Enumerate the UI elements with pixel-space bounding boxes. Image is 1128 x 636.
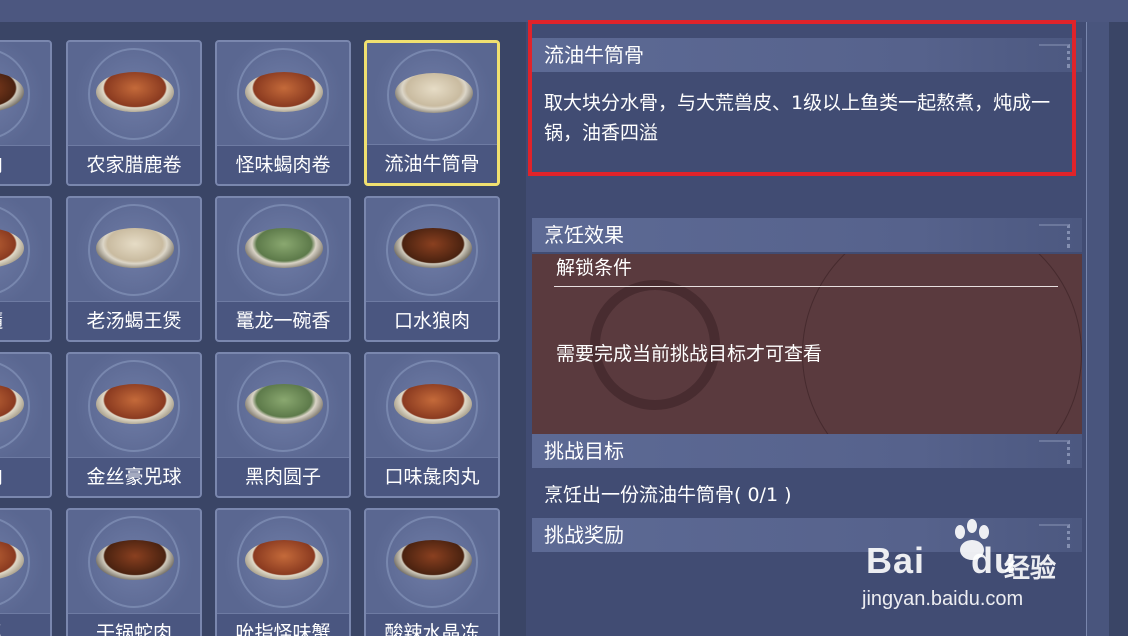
- watermark-suffix: 经验: [1004, 554, 1057, 584]
- dish-art: [0, 42, 50, 148]
- dish-name: 农家腊鹿卷: [68, 145, 200, 184]
- challenge-goal-label: 挑战目标: [544, 439, 624, 463]
- dish-card[interactable]: 禄肉: [0, 352, 52, 498]
- divider: [554, 286, 1058, 287]
- dish-art: [366, 510, 498, 616]
- unlock-condition-box: 解锁条件 需要完成当前挑战目标才可查看: [532, 254, 1082, 436]
- dish-card[interactable]: 鸡爪: [0, 508, 52, 636]
- dish-card[interactable]: 脊髓: [0, 196, 52, 342]
- dish-art: [68, 354, 200, 460]
- dish-art: [0, 354, 50, 460]
- dish-card[interactable]: 干锅蛇肉: [66, 508, 202, 636]
- dish-name: 鳄肉: [0, 145, 50, 184]
- challenge-goal-text: 烹饪出一份流油牛筒骨( 0/1 ): [544, 484, 792, 506]
- dish-art: [367, 43, 497, 149]
- dish-name: 流油牛筒骨: [367, 144, 497, 183]
- dish-icon: [96, 72, 174, 112]
- dish-art: [217, 198, 349, 304]
- dish-card[interactable]: 怪味蝎肉卷: [215, 40, 351, 186]
- dish-name: 禄肉: [0, 457, 50, 496]
- dish-card[interactable]: 鼍龙一碗香: [215, 196, 351, 342]
- unlock-condition-title: 解锁条件: [556, 257, 633, 279]
- dish-card[interactable]: 吮指怪味蟹: [215, 508, 351, 636]
- watermark-url: jingyan.baidu.com: [862, 588, 1024, 610]
- dish-name: 黑肉圆子: [217, 457, 349, 496]
- challenge-goal-header: 挑战目标: [532, 434, 1082, 468]
- dish-name: 酸辣水晶冻: [366, 613, 498, 636]
- dish-name: 吮指怪味蟹: [217, 613, 349, 636]
- ornament-icon: [1039, 224, 1070, 248]
- dish-art: [68, 510, 200, 616]
- cooking-effect-header: 烹饪效果: [532, 218, 1082, 252]
- dish-icon: [394, 384, 472, 424]
- dish-icon: [245, 72, 323, 112]
- dish-icon: [395, 73, 473, 113]
- dish-icon: [245, 540, 323, 580]
- dish-art: [366, 354, 498, 460]
- baidu-watermark: Bai du 经验 jingyan.baidu.com: [862, 518, 1072, 618]
- dish-name: 口味彘肉丸: [366, 457, 498, 496]
- dish-icon: [96, 228, 174, 268]
- watermark-brand: Bai du: [866, 540, 1018, 581]
- dish-name: 鼍龙一碗香: [217, 301, 349, 340]
- dish-card[interactable]: 老汤蝎王煲: [66, 196, 202, 342]
- dish-art: [366, 198, 498, 304]
- dish-card[interactable]: 黑肉圆子: [215, 352, 351, 498]
- dish-art: [217, 510, 349, 616]
- dish-grid: 鳄肉 农家腊鹿卷 怪味蝎肉卷 流油牛筒骨 脊髓 老汤蝎王煲 鼍龙一碗香 口水狼肉…: [0, 0, 520, 636]
- dish-icon: [96, 540, 174, 580]
- dish-card[interactable]: 农家腊鹿卷: [66, 40, 202, 186]
- dish-icon: [394, 228, 472, 268]
- dish-icon: [245, 384, 323, 424]
- dish-name: 老汤蝎王煲: [68, 301, 200, 340]
- dish-name: 口水狼肉: [366, 301, 498, 340]
- unlock-condition-message: 需要完成当前挑战目标才可查看: [556, 343, 823, 365]
- emblem-ring-icon: [802, 254, 1082, 436]
- dish-icon: [245, 228, 323, 268]
- dish-card-selected[interactable]: 流油牛筒骨: [364, 40, 500, 186]
- dish-card[interactable]: 酸辣水晶冻: [364, 508, 500, 636]
- highlight-box: [528, 20, 1076, 176]
- dish-card[interactable]: 金丝豪兕球: [66, 352, 202, 498]
- dish-name: 怪味蝎肉卷: [217, 145, 349, 184]
- dish-name: 干锅蛇肉: [68, 613, 200, 636]
- dish-art: [217, 42, 349, 148]
- cooking-effect-label: 烹饪效果: [544, 223, 624, 247]
- challenge-reward-label: 挑战奖励: [544, 523, 624, 547]
- dish-name: 脊髓: [0, 301, 50, 340]
- dish-art: [217, 354, 349, 460]
- dish-card[interactable]: 口味彘肉丸: [364, 352, 500, 498]
- dish-card[interactable]: 口水狼肉: [364, 196, 500, 342]
- dish-art: [0, 510, 50, 616]
- panel-edge-decor: [1086, 22, 1109, 636]
- dish-icon: [394, 540, 472, 580]
- dish-name: 鸡爪: [0, 613, 50, 636]
- dish-art: [0, 198, 50, 304]
- dish-icon: [96, 384, 174, 424]
- dish-name: 金丝豪兕球: [68, 457, 200, 496]
- dish-art: [68, 198, 200, 304]
- ornament-icon: [1039, 440, 1070, 464]
- dish-art: [68, 42, 200, 148]
- dish-card[interactable]: 鳄肉: [0, 40, 52, 186]
